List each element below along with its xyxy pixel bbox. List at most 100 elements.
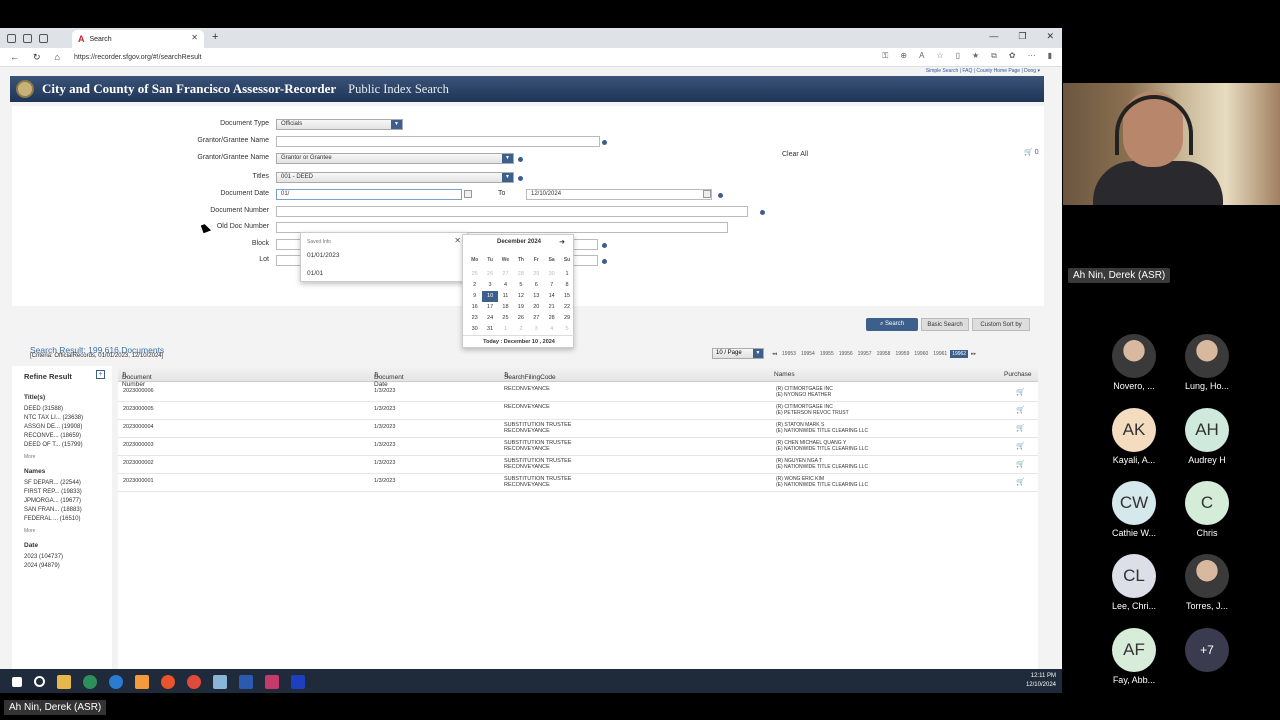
page-link[interactable]: 19954	[798, 350, 817, 358]
grantor-type-select[interactable]: Grantor or Grantee ▼	[276, 153, 514, 164]
calendar-day[interactable]: 25	[498, 313, 513, 324]
table-row[interactable]: 2023000004 1/3/2023 SUBSTITUTION TRUSTEE RE…	[118, 420, 1038, 438]
more-link[interactable]: More	[24, 528, 35, 534]
page-link[interactable]: 19961	[931, 350, 950, 358]
search-icon[interactable]	[34, 676, 45, 687]
calendar-day[interactable]: 18	[498, 302, 513, 313]
table-row[interactable]: 2023000005 1/3/2023 RECONVEYANCE (R) CITIMO…	[118, 402, 1038, 420]
calendar-day[interactable]: 12	[513, 291, 528, 302]
col-document-date[interactable]: Document Date ⇅	[374, 371, 404, 388]
calendar-day[interactable]: 14	[544, 291, 559, 302]
col-document-number[interactable]: Document Number ⇅	[122, 371, 152, 388]
doc-number-input[interactable]	[276, 206, 748, 217]
close-icon[interactable]: ✕	[454, 236, 461, 245]
calendar-day[interactable]: 1	[559, 269, 574, 280]
minimize-icon[interactable]: —	[989, 31, 998, 42]
refresh-icon[interactable]: ↻	[33, 52, 41, 63]
calendar-day[interactable]: 31	[482, 324, 497, 335]
basic-search-button[interactable]: Basic Search	[921, 318, 969, 331]
calendar-day[interactable]: 24	[482, 313, 497, 324]
key-icon[interactable]: ⚿	[882, 51, 888, 61]
more-link[interactable]: More	[24, 454, 35, 460]
calendar-day[interactable]: 25	[467, 269, 482, 280]
next-page-icon[interactable]: ▸▸	[969, 350, 979, 358]
page-link[interactable]: 19957	[855, 350, 874, 358]
split-icon[interactable]: ▯	[956, 51, 960, 61]
participant-tile[interactable]: CW Cathie W...	[1104, 481, 1164, 538]
favorite-icon[interactable]: ☆	[936, 51, 943, 61]
refine-item[interactable]: DEED OF T... (15799)	[24, 442, 83, 448]
calendar-day[interactable]: 20	[529, 302, 544, 313]
expand-icon[interactable]: +	[96, 370, 105, 379]
table-row[interactable]: 2023000003 1/3/2023 SUBSTITUTION TRUSTEE RE…	[118, 438, 1038, 456]
page-link[interactable]: 19956	[836, 350, 855, 358]
calendar-day[interactable]: 28	[513, 269, 528, 280]
app-icon[interactable]	[291, 674, 305, 689]
col-filing-code[interactable]: SearchFilingCode ⇅	[504, 371, 556, 381]
participant-tile[interactable]: Torres, J...	[1177, 554, 1237, 611]
calendar-day[interactable]: 7	[544, 280, 559, 291]
calendar-day[interactable]: 29	[529, 269, 544, 280]
calendar-day[interactable]: 23	[467, 313, 482, 324]
clear-all-link[interactable]: Clear All	[782, 151, 808, 158]
refine-item[interactable]: FEDERAL ... (16510)	[24, 516, 80, 522]
saved-item[interactable]: 01/01	[307, 270, 323, 277]
refine-item[interactable]: DEED (31588)	[24, 406, 63, 412]
table-row[interactable]: 2023000002 1/3/2023 SUBSTITUTION TRUSTEE RE…	[118, 456, 1038, 474]
cart-icon[interactable]: 🛒	[1016, 442, 1025, 450]
new-tab-icon[interactable]: +	[212, 31, 218, 43]
refine-item[interactable]: NTC TAX LI... (23638)	[24, 415, 83, 421]
calendar-day[interactable]: 15	[559, 291, 574, 302]
favorites-icon[interactable]: ★	[972, 51, 979, 61]
calendar-day[interactable]: 3	[482, 280, 497, 291]
more-participants-button[interactable]: +7	[1185, 628, 1229, 672]
calendar-day[interactable]: 26	[513, 313, 528, 324]
participant-tile[interactable]: Lung, Ho...	[1177, 334, 1237, 391]
participant-tile[interactable]: CL Lee, Chri...	[1104, 554, 1164, 611]
calendar-day[interactable]: 13	[529, 291, 544, 302]
info-icon[interactable]	[760, 210, 765, 215]
page-link[interactable]: 19960	[912, 350, 931, 358]
refine-item[interactable]: SAN FRAN... (18883)	[24, 507, 82, 513]
page-link[interactable]: 19955	[817, 350, 836, 358]
calendar-day[interactable]: 30	[467, 324, 482, 335]
calendar-day[interactable]: 10	[482, 291, 498, 302]
firefox-icon[interactable]	[161, 674, 175, 689]
calendar-icon[interactable]	[703, 190, 711, 198]
calendar-day[interactable]: 17	[482, 302, 497, 313]
tab-actions-icon[interactable]	[39, 33, 48, 43]
custom-sort-button[interactable]: Custom Sort by	[972, 318, 1030, 331]
cart-icon[interactable]: 🛒 0	[1024, 148, 1039, 156]
doc-date-to-input[interactable]: 12/10/2024	[526, 189, 712, 200]
calendar-day[interactable]: 28	[544, 313, 559, 324]
doc-date-from-input[interactable]: 01/	[276, 189, 462, 200]
chrome-icon[interactable]	[187, 674, 201, 689]
calendar-day[interactable]: 3	[529, 324, 544, 335]
menu-icon[interactable]: ⋯	[1028, 51, 1036, 61]
info-icon[interactable]	[518, 176, 523, 181]
word-icon[interactable]	[239, 674, 253, 689]
back-icon[interactable]: ←	[10, 52, 19, 63]
cart-icon[interactable]: 🛒	[1016, 424, 1025, 432]
app-icon[interactable]	[265, 674, 279, 689]
edge-dev-icon[interactable]	[83, 674, 97, 689]
refine-item[interactable]: SF DEPAR... (22544)	[24, 480, 81, 486]
cart-icon[interactable]: 🛒	[1016, 478, 1025, 486]
sidebar-icon[interactable]: ▮	[1048, 51, 1052, 61]
calendar-day[interactable]: 29	[559, 313, 574, 324]
calendar-day[interactable]: 9	[467, 291, 482, 302]
calendar-day[interactable]: 2	[467, 280, 482, 291]
refine-item[interactable]: 2023 (104737)	[24, 554, 63, 560]
calendar-day[interactable]: 27	[498, 269, 513, 280]
grantor-name-input[interactable]	[276, 136, 600, 147]
info-icon[interactable]	[602, 243, 607, 248]
today-link[interactable]: Today : December 10 , 2024	[463, 335, 575, 345]
calendar-day[interactable]: 22	[559, 302, 574, 313]
outlook-icon[interactable]	[135, 674, 149, 689]
saved-item[interactable]: 01/01/2023	[307, 252, 340, 259]
calendar-day[interactable]: 8	[559, 280, 574, 291]
page-link[interactable]: 19953	[780, 350, 798, 358]
read-aloud-icon[interactable]: A	[919, 51, 924, 61]
collections-icon[interactable]: ⧉	[991, 51, 997, 61]
browser-tab[interactable]: A Search ✕	[72, 30, 204, 48]
